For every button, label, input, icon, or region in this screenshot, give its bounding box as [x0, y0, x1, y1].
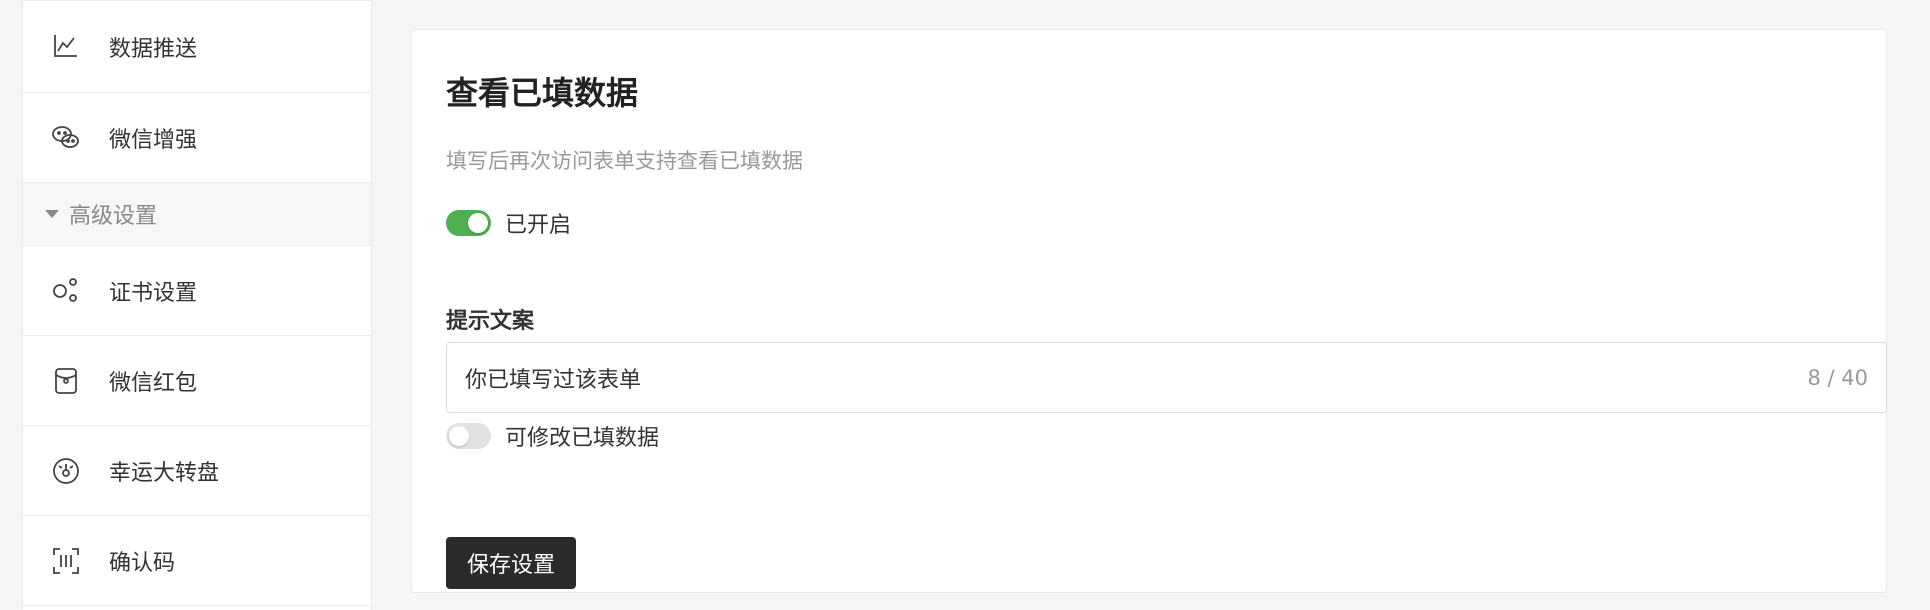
panel-title: 查看已填数据	[446, 74, 639, 112]
red-packet-icon	[51, 366, 81, 396]
prompt-text-field[interactable]: 8 / 40	[446, 342, 1887, 413]
view-filled-toggle[interactable]	[446, 210, 491, 236]
certificate-icon	[51, 276, 81, 306]
sidebar-item-label: 微信增强	[109, 127, 198, 153]
toggle-knob	[468, 213, 488, 233]
char-counter: 8 / 40	[1807, 365, 1868, 390]
sidebar-item-label: 微信红包	[109, 370, 198, 396]
section-label: 高级设置	[69, 204, 158, 229]
prompt-text-label: 提示文案	[446, 309, 535, 334]
caret-down-icon	[45, 210, 59, 218]
sidebar-item-certificate[interactable]: 证书设置	[23, 246, 371, 336]
sidebar: 数据推送 微信增强 高级设置 证书设置 微信红包 幸运大转盘 确认码	[22, 0, 372, 610]
sidebar-item-label: 数据推送	[109, 36, 198, 62]
sidebar-item-label: 幸运大转盘	[109, 460, 220, 486]
toggle-label: 可修改已填数据	[505, 426, 660, 451]
toggle-knob	[449, 426, 469, 446]
wechat-icon	[51, 123, 81, 153]
toggle-label: 已开启	[505, 213, 572, 238]
sidebar-item-lucky-wheel[interactable]: 幸运大转盘	[23, 426, 371, 516]
panel-description: 填写后再次访问表单支持查看已填数据	[446, 149, 803, 173]
scan-code-icon	[51, 546, 81, 576]
line-chart-icon	[51, 32, 81, 62]
sidebar-item-confirm-code[interactable]: 确认码	[23, 516, 371, 606]
sidebar-item-label: 证书设置	[109, 280, 198, 306]
sidebar-item-label: 确认码	[109, 550, 176, 576]
allow-edit-toggle[interactable]	[446, 423, 491, 449]
lucky-wheel-icon	[51, 456, 81, 486]
sidebar-item-red-packet[interactable]: 微信红包	[23, 336, 371, 426]
prompt-text-input[interactable]	[465, 365, 1808, 390]
settings-panel: 查看已填数据 填写后再次访问表单支持查看已填数据 已开启 提示文案 8 / 40…	[411, 29, 1887, 593]
sidebar-item-data-push[interactable]: 数据推送	[23, 0, 371, 93]
section-header-advanced[interactable]: 高级设置	[23, 183, 371, 246]
sidebar-item-wechat-enhance[interactable]: 微信增强	[23, 93, 371, 183]
view-filled-toggle-row[interactable]: 已开启	[446, 207, 571, 239]
allow-edit-toggle-row[interactable]: 可修改已填数据	[446, 420, 659, 452]
save-settings-button[interactable]: 保存设置	[446, 537, 576, 589]
